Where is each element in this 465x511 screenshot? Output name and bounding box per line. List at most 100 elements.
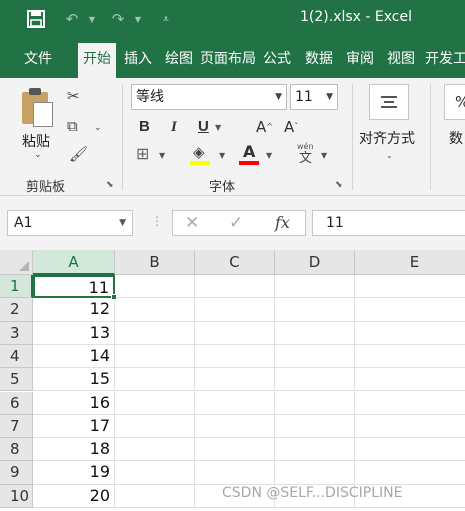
- scissors-icon[interactable]: ✂: [67, 88, 80, 104]
- cell-b7[interactable]: [115, 414, 195, 439]
- cell-b1[interactable]: [115, 275, 195, 299]
- cell-e4[interactable]: [355, 345, 465, 369]
- tab-insert[interactable]: 插入: [118, 43, 158, 78]
- tab-formulas[interactable]: 公式: [258, 43, 296, 78]
- row-header[interactable]: 5: [0, 368, 33, 392]
- cell-c8[interactable]: [195, 438, 275, 462]
- underline-button[interactable]: U: [198, 117, 209, 137]
- row-header[interactable]: 9: [0, 461, 33, 485]
- row-header[interactable]: 3: [0, 321, 33, 345]
- select-all-button[interactable]: [0, 250, 33, 275]
- cell-b2[interactable]: [115, 298, 195, 322]
- fill-color-dropdown-icon[interactable]: ▼: [219, 151, 225, 160]
- cell-d1[interactable]: [275, 275, 355, 299]
- cell-d6[interactable]: [275, 391, 355, 415]
- row-header[interactable]: 4: [0, 344, 33, 369]
- tab-home[interactable]: 开始: [78, 43, 116, 79]
- cell-e3[interactable]: [355, 322, 465, 345]
- tab-file[interactable]: 文件: [14, 43, 62, 78]
- row-header[interactable]: 10: [0, 484, 33, 508]
- cell-d4[interactable]: [275, 344, 355, 369]
- cell-b8[interactable]: [115, 438, 195, 462]
- fill-color-icon[interactable]: ◈: [193, 144, 205, 160]
- undo-icon[interactable]: ↶: [60, 8, 84, 30]
- paste-button[interactable]: 粘贴: [22, 131, 50, 151]
- column-header-e[interactable]: E: [355, 250, 465, 275]
- formula-bar-handle-icon[interactable]: ⋮: [151, 214, 163, 228]
- cell-b3[interactable]: [115, 321, 195, 345]
- underline-dropdown-icon[interactable]: ▼: [215, 123, 221, 132]
- redo-dropdown-icon[interactable]: ▼: [132, 8, 144, 30]
- paste-dropdown-icon[interactable]: ⌄: [34, 150, 42, 160]
- tab-review[interactable]: 审阅: [341, 43, 379, 78]
- insert-function-icon[interactable]: fx: [275, 212, 290, 234]
- paste-icon[interactable]: [20, 88, 54, 128]
- cell-a7[interactable]: 17: [33, 414, 115, 439]
- cell-a6[interactable]: 16: [33, 391, 115, 415]
- font-launcher-icon[interactable]: ⬊: [335, 180, 343, 190]
- column-header-c[interactable]: C: [195, 250, 275, 275]
- cell-b4[interactable]: [115, 344, 195, 369]
- clipboard-launcher-icon[interactable]: ⬊: [106, 180, 114, 190]
- cell-c4[interactable]: [195, 344, 275, 369]
- alignment-dropdown-icon[interactable]: ⌄: [386, 151, 393, 160]
- save-icon[interactable]: [24, 8, 48, 30]
- row-header[interactable]: 1: [0, 275, 33, 299]
- cell-e6[interactable]: [355, 392, 465, 415]
- cell-b9[interactable]: [115, 461, 195, 485]
- cell-a3[interactable]: 13: [33, 321, 115, 345]
- shrink-font-button[interactable]: Aˇ: [284, 117, 298, 137]
- cell-c2[interactable]: [195, 298, 275, 322]
- copy-icon[interactable]: ⧉: [67, 118, 78, 134]
- format-painter-icon[interactable]: 🖌: [69, 146, 88, 162]
- tab-page-layout[interactable]: 页面布局: [200, 43, 256, 78]
- row-header[interactable]: 7: [0, 414, 33, 439]
- cell-e7[interactable]: [355, 415, 465, 439]
- cell-e5[interactable]: [355, 368, 465, 392]
- cancel-icon[interactable]: ✕: [185, 212, 199, 234]
- font-color-dropdown-icon[interactable]: ▼: [266, 151, 272, 160]
- borders-dropdown-icon[interactable]: ▼: [159, 151, 165, 160]
- enter-icon[interactable]: ✓: [229, 212, 243, 234]
- cell-c3[interactable]: [195, 321, 275, 345]
- row-header[interactable]: 8: [0, 438, 33, 462]
- cell-e8[interactable]: [355, 438, 465, 462]
- cell-a4[interactable]: 14: [33, 344, 115, 369]
- row-header[interactable]: 2: [0, 298, 33, 322]
- cell-d2[interactable]: [275, 298, 355, 322]
- tab-view[interactable]: 视图: [382, 43, 420, 78]
- cell-b5[interactable]: [115, 368, 195, 392]
- row-header[interactable]: 6: [0, 391, 33, 415]
- customize-qat-icon[interactable]: ⩡: [158, 8, 174, 30]
- cell-a5[interactable]: 15: [33, 368, 115, 392]
- bold-button[interactable]: B: [139, 117, 150, 137]
- cell-c1[interactable]: [195, 275, 275, 299]
- cell-d7[interactable]: [275, 414, 355, 439]
- cell-a2[interactable]: 12: [33, 298, 115, 322]
- phonetic-dropdown-icon[interactable]: ▼: [321, 151, 327, 160]
- fill-handle[interactable]: [111, 294, 117, 301]
- copy-dropdown-icon[interactable]: ⌄: [94, 120, 102, 136]
- borders-icon[interactable]: ⊞: [136, 146, 149, 162]
- number-format-icon[interactable]: %: [444, 84, 465, 120]
- redo-icon[interactable]: ↷: [106, 8, 130, 30]
- cell-d8[interactable]: [275, 438, 355, 462]
- italic-button[interactable]: I: [171, 117, 177, 137]
- cell-c5[interactable]: [195, 368, 275, 392]
- cell-a10[interactable]: 20: [33, 484, 115, 508]
- cell-a1[interactable]: 11: [33, 275, 115, 299]
- cell-c7[interactable]: [195, 414, 275, 439]
- cell-c9[interactable]: [195, 461, 275, 485]
- grow-font-button[interactable]: A^: [256, 117, 273, 137]
- column-header-d[interactable]: D: [275, 250, 355, 275]
- tab-draw[interactable]: 绘图: [160, 43, 198, 78]
- name-box[interactable]: A1 ▼: [7, 210, 133, 236]
- column-header-a[interactable]: A: [33, 250, 115, 275]
- font-name-select[interactable]: 等线 ▼: [131, 84, 287, 110]
- cell-e9[interactable]: [355, 461, 465, 485]
- tab-developer[interactable]: 开发工具: [423, 43, 465, 78]
- phonetic-guide-button[interactable]: 文: [299, 151, 312, 167]
- formula-input[interactable]: 11: [312, 210, 465, 236]
- cell-e2[interactable]: [355, 298, 465, 322]
- tab-data[interactable]: 数据: [300, 43, 338, 78]
